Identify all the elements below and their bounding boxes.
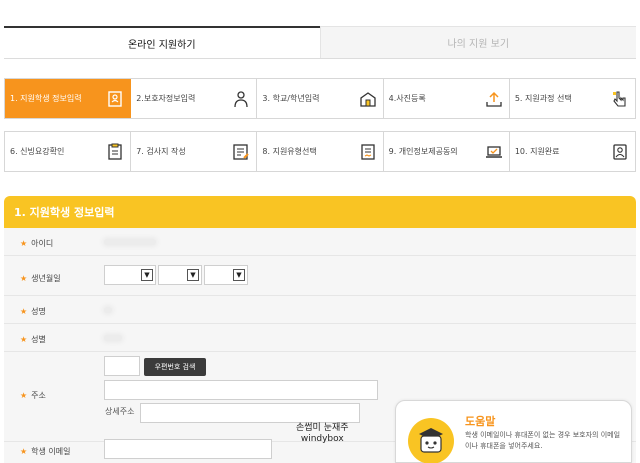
watermark: 손썹미 눈재주 windybox xyxy=(296,423,349,445)
gender-label: ★ 성별 xyxy=(20,334,46,345)
address-input[interactable] xyxy=(104,380,378,400)
row-gender: ★ 성별 xyxy=(4,324,636,352)
upload-icon xyxy=(486,91,502,107)
id-label-text: 아이디 xyxy=(31,239,54,248)
name-label-text: 성명 xyxy=(31,307,46,316)
row-id: ★ 아이디 xyxy=(4,228,636,256)
tab-online-apply[interactable]: 온라인 지원하기 xyxy=(4,26,320,58)
tab-bar: 온라인 지원하기 나의 지원 보기 xyxy=(4,26,636,58)
step-3-school-grade[interactable]: 3. 학교/학년입력 xyxy=(257,79,384,118)
tab-my-application-label: 나의 지원 보기 xyxy=(447,39,510,50)
required-star-icon: ★ xyxy=(20,447,28,456)
birth-label-text: 생년월일 xyxy=(31,274,61,283)
zipcode-input[interactable] xyxy=(104,356,140,376)
portrait-icon xyxy=(613,144,627,160)
zipcode-search-button-label: 우편번호 검색 xyxy=(154,363,196,371)
step-10-complete[interactable]: 10. 지원완료 xyxy=(510,132,635,171)
tab-my-application[interactable]: 나의 지원 보기 xyxy=(319,26,636,58)
birth-month-select[interactable]: ▼ xyxy=(158,265,202,285)
step-label: 1. 지원학생 정보입력 xyxy=(10,94,82,103)
step-label: 6. 신빙요강확인 xyxy=(10,147,65,156)
email-label: ★ 학생 이메일 xyxy=(20,446,71,457)
required-star-icon: ★ xyxy=(20,391,28,400)
name-label: ★ 성명 xyxy=(20,306,46,317)
required-star-icon: ★ xyxy=(20,307,28,316)
birth-label: ★ 생년월일 xyxy=(20,273,61,284)
step-label: 4.사진등록 xyxy=(388,94,426,103)
step-5-course-select[interactable]: 5. 지원과정 선택 xyxy=(510,79,635,118)
tab-divider xyxy=(4,58,636,59)
address-label: ★ 주소 xyxy=(20,390,46,401)
help-box: 도움말 학생 이메일이나 휴대폰이 없는 경우 보호자의 이메일이나 휴대폰을 … xyxy=(395,400,632,463)
detail-address-input[interactable] xyxy=(140,403,360,423)
required-star-icon: ★ xyxy=(20,335,28,344)
watermark-line-2: windybox xyxy=(300,434,344,444)
birth-day-select[interactable]: ▼ xyxy=(204,265,248,285)
address-label-text: 주소 xyxy=(31,391,46,400)
step-7-questionnaire[interactable]: 7. 검사지 작성 xyxy=(131,132,258,171)
document-icon xyxy=(360,144,375,160)
name-value-redacted xyxy=(104,307,112,313)
id-label: ★ 아이디 xyxy=(20,238,53,249)
chevron-down-icon: ▼ xyxy=(187,269,199,281)
watermark-line-1: 손썹미 눈재주 xyxy=(296,423,349,433)
step-label: 9. 개인정보제공동의 xyxy=(388,147,458,156)
id-value-redacted xyxy=(104,239,156,245)
required-star-icon: ★ xyxy=(20,239,28,248)
step-8-apply-type[interactable]: 8. 지원유형선택 xyxy=(257,132,384,171)
section-title: 1. 지원학생 정보입력 xyxy=(14,206,115,219)
help-text: 학생 이메일이나 휴대폰이 없는 경우 보호자의 이메일이나 휴대폰을 넣어주세… xyxy=(465,431,621,450)
person-icon xyxy=(234,91,249,108)
laptop-icon xyxy=(485,146,502,158)
step-4-photo[interactable]: 4.사진등록 xyxy=(384,79,510,118)
tab-online-apply-label: 온라인 지원하기 xyxy=(127,39,196,51)
step-label: 3. 학교/학년입력 xyxy=(262,94,320,103)
help-badge xyxy=(408,418,454,463)
clipboard-icon xyxy=(233,144,250,160)
steps-row-2: 6. 신빙요강확인 7. 검사지 작성 8. 지원유형선택 9. 개인정보제공동… xyxy=(4,131,636,172)
step-label: 5. 지원과정 선택 xyxy=(514,94,572,103)
gender-label-text: 성별 xyxy=(31,335,46,344)
id-card-icon xyxy=(108,91,122,107)
gender-value-redacted xyxy=(104,335,122,341)
required-star-icon: ★ xyxy=(20,274,28,283)
step-label: 2.보호자정보입력 xyxy=(136,94,196,103)
pointer-hand-icon xyxy=(613,91,626,107)
school-icon xyxy=(359,92,376,107)
detail-address-label: 상세주소 xyxy=(105,407,135,416)
birth-year-select[interactable]: ▼ xyxy=(104,265,156,285)
book-icon xyxy=(108,143,122,160)
step-label: 8. 지원유형선택 xyxy=(262,147,317,156)
row-birthdate: ★ 생년월일 xyxy=(4,256,636,296)
student-email-input[interactable] xyxy=(104,439,272,459)
step-label: 7. 검사지 작성 xyxy=(136,147,186,156)
zipcode-search-button[interactable]: 우편번호 검색 xyxy=(144,358,206,376)
chevron-down-icon: ▼ xyxy=(141,269,153,281)
help-title: 도움말 xyxy=(465,415,496,428)
section-header: 1. 지원학생 정보입력 xyxy=(4,196,636,228)
row-name: ★ 성명 xyxy=(4,296,636,324)
step-6-guide-confirm[interactable]: 6. 신빙요강확인 xyxy=(5,132,132,171)
step-label: 10. 지원완료 xyxy=(514,147,560,156)
step-2-guardian-info[interactable]: 2.보호자정보입력 xyxy=(131,79,258,118)
steps-row-1: 1. 지원학생 정보입력 2.보호자정보입력 3. 학교/학년입력 4.사진등록… xyxy=(4,78,636,119)
mascot-icon xyxy=(419,428,443,453)
chevron-down-icon: ▼ xyxy=(233,269,245,281)
email-label-text: 학생 이메일 xyxy=(31,447,71,456)
step-9-privacy-consent[interactable]: 9. 개인정보제공동의 xyxy=(384,132,510,171)
step-1-student-info[interactable]: 1. 지원학생 정보입력 xyxy=(5,79,132,118)
